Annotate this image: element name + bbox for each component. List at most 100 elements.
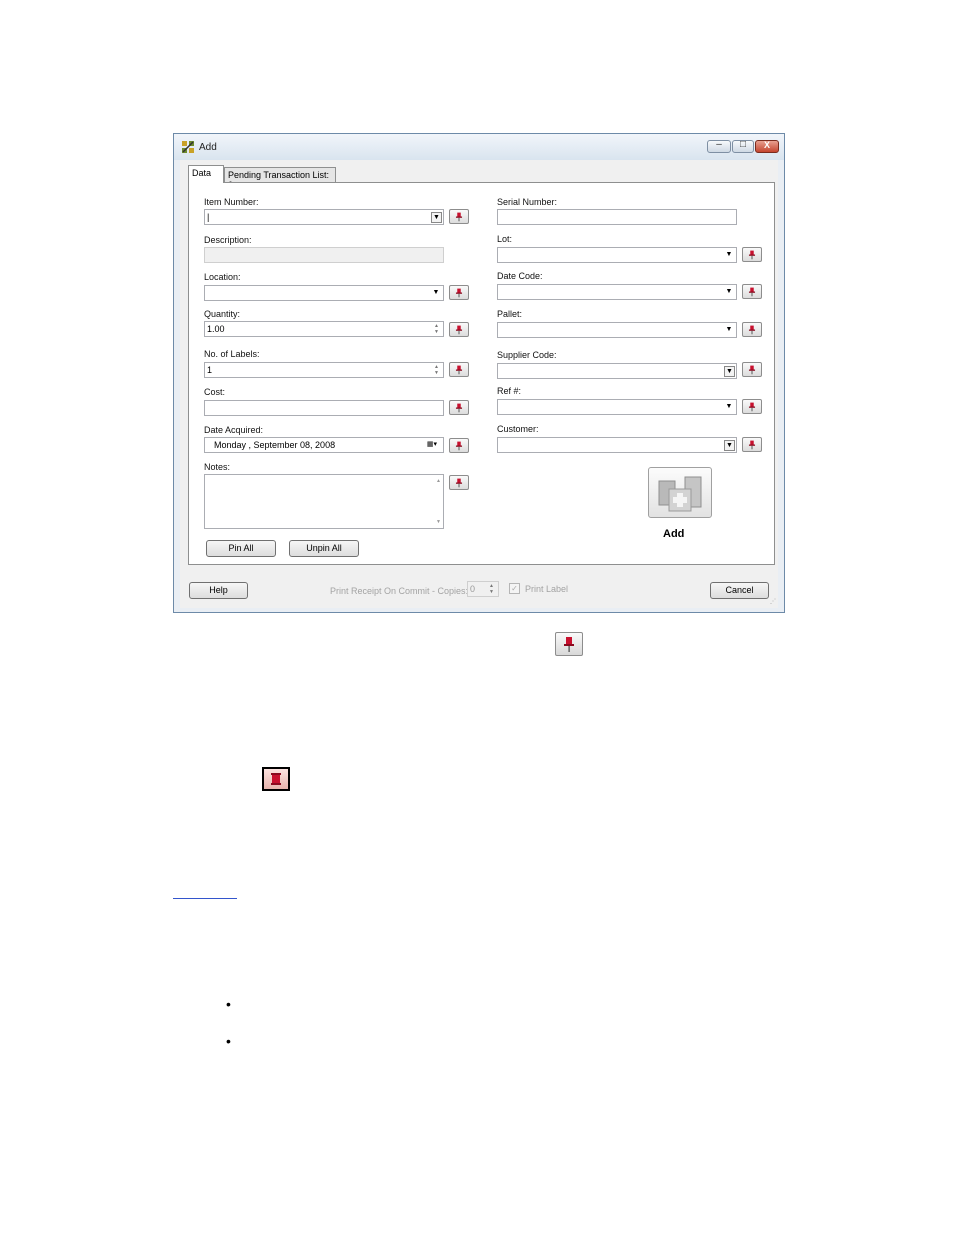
ref-combo[interactable]: ▼ — [497, 399, 737, 415]
add-window: Add – □ X Data Pending Transaction List:… — [173, 133, 785, 613]
help-button[interactable]: Help — [189, 582, 248, 599]
chevron-down-icon[interactable]: ▼ — [431, 288, 441, 298]
pin-all-button[interactable]: Pin All — [206, 540, 276, 557]
print-label-text: Print Label — [525, 584, 569, 594]
item-number-label: Item Number: — [204, 197, 259, 207]
pin-quantity-button[interactable] — [449, 322, 469, 337]
title-bar[interactable]: Add – □ X — [174, 134, 784, 160]
quantity-label: Quantity: — [204, 309, 241, 319]
pin-location-button[interactable] — [449, 285, 469, 300]
pin-ref-button[interactable] — [742, 399, 762, 414]
add-button[interactable] — [648, 467, 712, 518]
pin-pallet-button[interactable] — [742, 322, 762, 337]
cancel-button[interactable]: Cancel — [710, 582, 769, 599]
pushpin-icon — [748, 365, 756, 375]
quantity-value: 1.00 — [207, 324, 225, 334]
pushpin-icon — [748, 325, 756, 335]
pushpin-icon — [748, 440, 756, 450]
no-of-labels-value: 1 — [207, 365, 213, 375]
description-label: Description: — [204, 235, 252, 245]
pushpin-icon — [455, 478, 463, 488]
customer-combo[interactable]: ▼ — [497, 437, 737, 453]
pallet-label: Pallet: — [497, 309, 523, 319]
pushpin-icon — [748, 250, 756, 260]
copies-stepper: 0 ▲ ▼ — [467, 581, 499, 597]
chevron-down-icon[interactable]: ▼ — [431, 212, 442, 223]
window-title: Add — [199, 142, 217, 153]
cost-label: Cost: — [204, 387, 226, 397]
chevron-down-icon[interactable]: ▼ — [724, 325, 734, 335]
item-number-combo[interactable]: | ▼ — [204, 209, 444, 225]
spinner-arrows-icon[interactable]: ▲ ▼ — [431, 323, 442, 335]
location-label: Location: — [204, 272, 241, 282]
no-of-labels-stepper[interactable]: 1 ▲ ▼ — [204, 362, 444, 378]
add-button-label: Add — [663, 528, 685, 540]
supplier-code-combo[interactable]: ▼ — [497, 363, 737, 379]
close-icon: X — [763, 140, 770, 150]
serial-number-field[interactable] — [497, 209, 737, 225]
minimize-icon: – — [716, 139, 722, 150]
resize-grip-icon[interactable]: ⋰ — [770, 598, 776, 605]
notes-textarea[interactable]: ▲ ▼ — [204, 474, 444, 529]
tab-pending-transaction-list[interactable]: Pending Transaction List: 0 — [224, 167, 336, 190]
pin-customer-button[interactable] — [742, 437, 762, 452]
quantity-stepper[interactable]: 1.00 ▲ ▼ — [204, 321, 444, 337]
spinner-arrows-icon[interactable]: ▲ ▼ — [431, 364, 442, 376]
scroll-up-icon[interactable]: ▲ — [436, 478, 441, 484]
pin-notes-button[interactable] — [449, 475, 469, 490]
location-combo[interactable]: ▼ — [204, 285, 444, 301]
pushpin-icon — [455, 403, 463, 413]
minimize-button[interactable]: – — [707, 139, 731, 153]
maximize-icon: □ — [739, 139, 747, 150]
chevron-down-icon[interactable]: ▼ — [724, 250, 734, 260]
date-code-combo[interactable]: ▼ — [497, 284, 737, 300]
pin-cost-button[interactable] — [449, 400, 469, 415]
chevron-down-icon[interactable]: ▼ — [724, 402, 734, 412]
calendar-icon[interactable]: ▦▾ — [423, 440, 441, 450]
check-icon: ✓ — [511, 584, 518, 593]
pushpin-icon — [455, 365, 463, 375]
pushpin-icon — [748, 287, 756, 297]
chevron-down-icon[interactable]: ▼ — [724, 440, 735, 451]
pin-no-of-labels-button[interactable] — [449, 362, 469, 377]
description-field — [204, 247, 444, 263]
ref-label: Ref #: — [497, 386, 522, 396]
pin-item-number-button[interactable] — [449, 209, 469, 224]
pushpin-icon — [455, 325, 463, 335]
pushpin-icon — [455, 288, 463, 298]
pin-date-acquired-button[interactable] — [449, 438, 469, 453]
no-of-labels-label: No. of Labels: — [204, 349, 260, 359]
hyperlink-underline[interactable] — [173, 898, 237, 899]
pushpin-icon — [748, 402, 756, 412]
lot-label: Lot: — [497, 234, 513, 244]
date-code-label: Date Code: — [497, 271, 543, 281]
app-icon — [182, 141, 194, 153]
add-boxes-icon — [658, 476, 702, 512]
client-area: Data Pending Transaction List: 0 Item Nu… — [180, 160, 778, 608]
pallet-combo[interactable]: ▼ — [497, 322, 737, 338]
lot-combo[interactable]: ▼ — [497, 247, 737, 263]
unpin-legend-button — [262, 767, 290, 791]
scroll-down-icon[interactable]: ▼ — [436, 519, 441, 525]
print-label-checkbox[interactable]: ✓ — [509, 583, 520, 594]
tab-data[interactable]: Data — [188, 165, 224, 183]
date-acquired-picker[interactable]: Monday , September 08, 2008 ▦▾ — [204, 437, 444, 453]
cost-field[interactable] — [204, 400, 444, 416]
notes-label: Notes: — [204, 462, 231, 472]
chevron-down-icon[interactable]: ▼ — [724, 287, 734, 297]
copies-value: 0 — [470, 584, 476, 594]
maximize-button[interactable]: □ — [732, 139, 754, 153]
pin-lot-button[interactable] — [742, 247, 762, 262]
item-number-value: | — [207, 212, 210, 222]
pin-legend-button — [555, 632, 583, 656]
close-button[interactable]: X — [755, 140, 779, 153]
unpin-all-button[interactable]: Unpin All — [289, 540, 359, 557]
list-bullet: • — [226, 1033, 231, 1049]
pin-date-code-button[interactable] — [742, 284, 762, 299]
pin-supplier-code-button[interactable] — [742, 362, 762, 377]
pushpin-icon — [455, 441, 463, 451]
chevron-down-icon[interactable]: ▼ — [724, 366, 735, 377]
customer-label: Customer: — [497, 424, 539, 434]
pushpin-icon — [564, 637, 574, 652]
print-receipt-label: Print Receipt On Commit - Copies: — [330, 586, 469, 596]
